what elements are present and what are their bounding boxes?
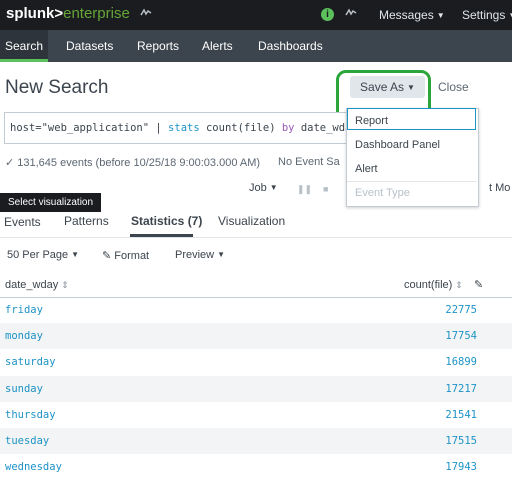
cell-count-file[interactable]: 21541	[445, 409, 477, 421]
cell-date-wday[interactable]: thursday	[5, 409, 56, 421]
cell-date-wday[interactable]: sunday	[5, 383, 43, 395]
menu-item-event-type[interactable]: Event Type	[355, 187, 410, 199]
sort-icon: ⇕	[61, 280, 69, 290]
active-tab-indicator	[130, 234, 193, 237]
format-label: Format	[114, 250, 150, 262]
cell-date-wday[interactable]: wednesday	[5, 461, 62, 473]
query-host: host="web_application"	[10, 122, 150, 134]
menu-item-dashboard-panel[interactable]: Dashboard Panel	[355, 139, 440, 151]
cell-date-wday[interactable]: friday	[5, 304, 43, 316]
tab-events[interactable]: Events	[4, 215, 41, 229]
splunk-logo[interactable]: splunk>enterprise	[6, 5, 130, 22]
logo-main: splunk>	[6, 5, 64, 22]
page-title: New Search	[5, 77, 109, 98]
messages-menu[interactable]: Messages ▼	[379, 8, 445, 22]
caret-down-icon: ▼	[436, 11, 445, 20]
smart-mode-menu[interactable]: t Mo	[489, 182, 510, 194]
tab-reports[interactable]: Reports	[137, 30, 179, 62]
table-row: tuesday 17515	[0, 428, 512, 454]
edit-column-icon[interactable]: ✎	[474, 278, 483, 291]
search-query[interactable]: host="web_application" | stats count(fil…	[10, 122, 358, 134]
event-sampling-menu[interactable]: No Event Sa	[278, 156, 340, 168]
column-header-count-file[interactable]: count(file) ⇕	[404, 279, 463, 291]
menu-item-alert[interactable]: Alert	[355, 163, 378, 175]
cell-count-file[interactable]: 16899	[445, 356, 477, 368]
sort-icon: ⇕	[455, 280, 463, 290]
table-row: thursday 21541	[0, 402, 512, 428]
pencil-icon: ✎	[102, 250, 115, 262]
divider	[0, 237, 512, 238]
caret-down-icon: ▼	[269, 183, 278, 192]
per-page-select[interactable]: 50 Per Page ▼	[7, 249, 79, 261]
app-bar: Search Datasets Reports Alerts Dashboard…	[0, 30, 512, 62]
cell-date-wday[interactable]: monday	[5, 330, 43, 342]
tab-dashboards[interactable]: Dashboards	[258, 30, 323, 62]
menu-divider	[347, 181, 476, 182]
column-header-date-wday[interactable]: date_wday ⇕	[5, 279, 69, 291]
table-row: friday 22775	[0, 297, 512, 323]
table-row: monday 17754	[0, 323, 512, 350]
events-summary: ✓ 131,645 events (before 10/25/18 9:00:0…	[5, 157, 261, 169]
query-pipe: |	[149, 122, 169, 134]
cell-count-file[interactable]: 17943	[445, 461, 477, 473]
close-button[interactable]: Close	[438, 80, 469, 94]
tab-patterns[interactable]: Patterns	[64, 214, 109, 228]
cell-count-file[interactable]: 22775	[445, 304, 477, 316]
settings-label: Settings	[462, 8, 506, 22]
cell-count-file[interactable]: 17515	[445, 435, 477, 447]
job-menu[interactable]: Job ▼	[249, 182, 278, 194]
tab-datasets[interactable]: Datasets	[66, 30, 113, 62]
info-icon[interactable]: i	[321, 8, 334, 21]
job-label: Job	[249, 182, 267, 194]
preview-label: Preview	[175, 249, 215, 261]
activity-icon[interactable]	[345, 7, 357, 22]
stop-icon[interactable]: ■	[323, 184, 328, 194]
table-row: sunday 17217	[0, 375, 512, 402]
caret-down-icon: ▼	[508, 11, 512, 20]
caret-down-icon: ▼	[71, 250, 80, 259]
tab-alerts[interactable]: Alerts	[202, 30, 233, 62]
logo-sub: enterprise	[63, 5, 130, 22]
query-command: stats	[168, 122, 200, 134]
tab-statistics[interactable]: Statistics (7)	[131, 214, 202, 228]
activity-icon[interactable]	[140, 7, 152, 22]
tooltip: Select visualization	[0, 193, 101, 212]
cell-count-file[interactable]: 17754	[445, 330, 477, 342]
cell-date-wday[interactable]: saturday	[5, 356, 56, 368]
tab-visualization[interactable]: Visualization	[218, 214, 285, 228]
column-label: date_wday	[5, 279, 59, 291]
query-keyword: by	[281, 122, 295, 134]
menu-item-focus-ring	[347, 108, 476, 130]
table-row: saturday 16899	[0, 349, 512, 375]
query-function: count(file)	[199, 122, 282, 134]
caret-down-icon: ▼	[217, 250, 226, 259]
column-label: count(file)	[404, 279, 453, 291]
cell-date-wday[interactable]: tuesday	[5, 435, 49, 447]
settings-menu[interactable]: Settings▼	[462, 8, 512, 22]
per-page-label: 50 Per Page	[7, 249, 69, 261]
table-row: wednesday 17943	[0, 454, 512, 480]
messages-label: Messages	[379, 8, 434, 22]
format-button[interactable]: ✎ Format	[102, 249, 149, 262]
pause-icon[interactable]: ❚❚	[297, 184, 312, 195]
preview-menu[interactable]: Preview ▼	[175, 249, 225, 261]
cell-count-file[interactable]: 17217	[445, 383, 477, 395]
tab-search[interactable]: Search	[5, 30, 43, 62]
